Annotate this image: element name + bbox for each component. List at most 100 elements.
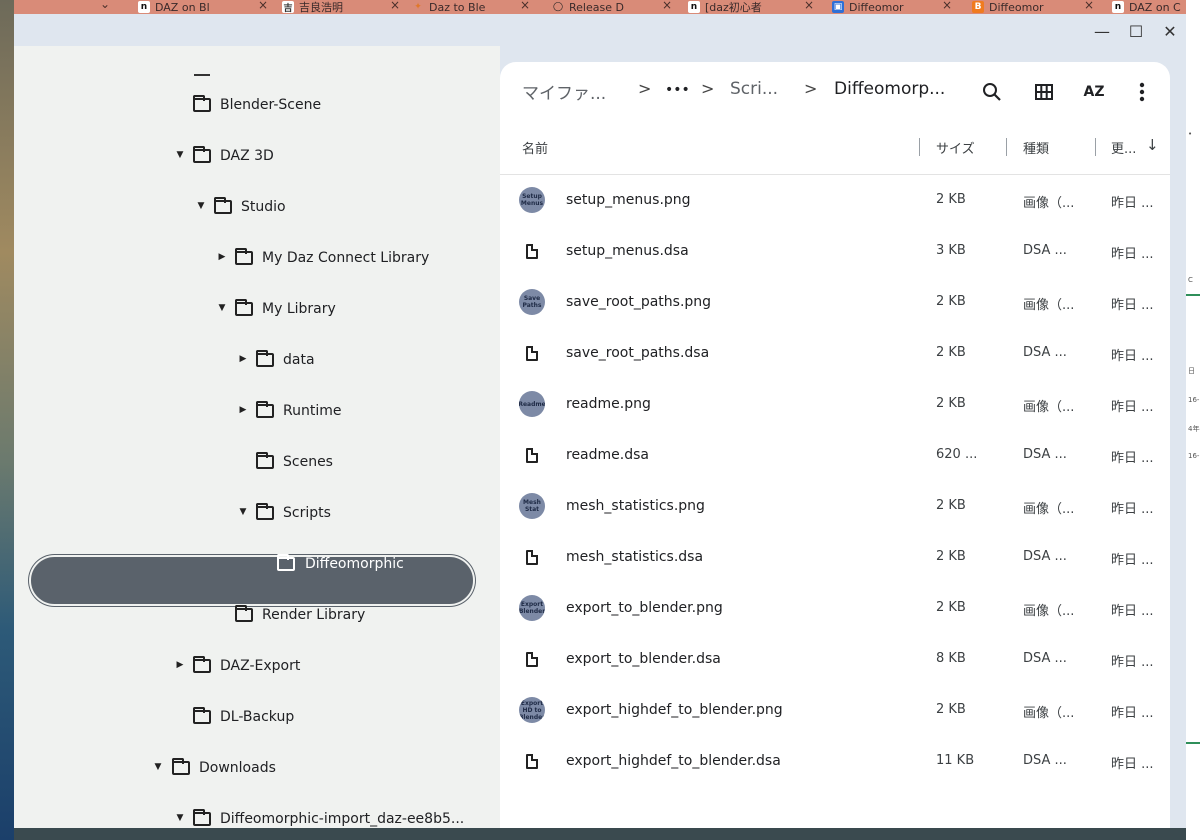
tab-close-icon[interactable]: ×	[1084, 0, 1094, 12]
file-row[interactable]: Readme readme.png 2 KB 画像（... 昨日 ...	[500, 379, 1170, 430]
tab-title: DAZ on Bl	[155, 0, 210, 14]
tab-search-chevron-icon[interactable]: ⌄	[100, 0, 110, 11]
image-thumbnail-icon: Save Paths	[519, 289, 545, 315]
expand-arrow-icon[interactable]: ▼	[175, 150, 185, 164]
sidebar-item-my-library[interactable]: ▼ My Library	[14, 285, 500, 336]
file-date: 昨日 ...	[1111, 502, 1154, 517]
sidebar-item-daz-export[interactable]: ▶ DAZ-Export	[14, 642, 500, 693]
sort-button[interactable]: AZ	[1078, 76, 1110, 108]
tab-close-icon[interactable]: ×	[942, 0, 952, 12]
search-button[interactable]	[976, 76, 1008, 108]
tab-title: Daz to Ble	[429, 0, 486, 14]
column-header-size[interactable]: サイズ	[936, 138, 975, 162]
tab-close-icon[interactable]: ×	[258, 0, 268, 12]
expand-arrow-icon[interactable]: ▶	[175, 660, 185, 674]
expand-arrow-icon[interactable]: ▼	[238, 507, 248, 521]
browser-tab[interactable]: n DAZ on Bl ×	[132, 0, 272, 14]
file-date: 昨日 ...	[1111, 196, 1154, 211]
expand-arrow-icon[interactable]: ▼	[175, 813, 185, 827]
file-type: DSA ...	[1023, 651, 1067, 666]
browser-tab[interactable]: ▣ Diffeomor ×	[826, 0, 956, 14]
sidebar-item-blender-scene[interactable]: Blender-Scene	[14, 81, 500, 132]
document-icon	[526, 652, 538, 667]
browser-tab[interactable]: n DAZ on C	[1106, 0, 1186, 14]
tab-close-icon[interactable]: ×	[390, 0, 400, 12]
sidebar-item-daz-3d[interactable]: ▼ DAZ 3D	[14, 132, 500, 183]
file-row[interactable]: export_to_blender.dsa 8 KB DSA ... 昨日 ..…	[500, 634, 1170, 685]
column-header-name[interactable]: 名前	[522, 138, 548, 162]
bg-mark: C	[1188, 276, 1193, 284]
browser-tab[interactable]: n [daz初心者 ×	[682, 0, 818, 14]
file-date: 昨日 ...	[1111, 604, 1154, 619]
column-divider[interactable]	[1006, 138, 1007, 156]
sidebar-item-scripts[interactable]: ▼ Scripts	[14, 489, 500, 540]
file-row[interactable]: setup_menus.dsa 3 KB DSA ... 昨日 ...	[500, 226, 1170, 277]
sidebar-item-dl-backup[interactable]: DL-Backup	[14, 693, 500, 744]
sidebar-item-diffeomorphic[interactable]: Diffeomorphic	[14, 540, 500, 591]
file-row[interactable]: Mesh Stat mesh_statistics.png 2 KB 画像（..…	[500, 481, 1170, 532]
folder-icon	[235, 299, 253, 316]
sidebar-item-my-daz-connect-library[interactable]: ▶ My Daz Connect Library	[14, 234, 500, 285]
file-size: 11 KB	[936, 753, 975, 768]
file-row[interactable]: mesh_statistics.dsa 2 KB DSA ... 昨日 ...	[500, 532, 1170, 583]
file-row[interactable]: Export HD to Blender export_highdef_to_b…	[500, 685, 1170, 736]
expand-arrow-icon[interactable]: ▶	[238, 354, 248, 368]
tab-close-icon[interactable]: ×	[520, 0, 530, 12]
file-row[interactable]: Save Paths save_root_paths.png 2 KB 画像（.…	[500, 277, 1170, 328]
sidebar-item-data[interactable]: ▶ data	[14, 336, 500, 387]
sidebar-item-studio[interactable]: ▼ Studio	[14, 183, 500, 234]
sidebar-item-scenes[interactable]: Scenes	[14, 438, 500, 489]
browser-tab[interactable]: 吉 吉良浩明 ×	[276, 0, 404, 14]
collapsed-indicator-icon	[194, 74, 210, 76]
sort-descending-icon[interactable]: ↓	[1146, 136, 1159, 160]
bg-mark: 16-	[1188, 396, 1200, 404]
grid-view-button[interactable]	[1028, 76, 1060, 108]
sidebar-item-diffeomorphic-import[interactable]: ▼ Diffeomorphic-import_daz-ee8b5...	[14, 795, 500, 828]
close-window-button[interactable]: ✕	[1158, 22, 1182, 41]
breadcrumb-parent[interactable]: Scri...	[730, 79, 778, 99]
expand-arrow-icon[interactable]: ▼	[196, 201, 206, 215]
breadcrumb-more-button[interactable]: •••	[665, 82, 690, 98]
more-vert-icon	[1139, 82, 1145, 102]
file-size: 2 KB	[936, 192, 966, 207]
minimize-button[interactable]: —	[1090, 22, 1114, 41]
column-header-date[interactable]: 更...	[1111, 138, 1136, 162]
tab-favicon-icon: ✦	[414, 2, 422, 12]
browser-tab[interactable]: ✦ Daz to Ble ×	[406, 0, 534, 14]
expand-arrow-icon[interactable]: ▶	[238, 405, 248, 419]
file-date: 昨日 ...	[1111, 757, 1154, 772]
browser-tab[interactable]: ◯ Release D ×	[546, 0, 676, 14]
file-row[interactable]: save_root_paths.dsa 2 KB DSA ... 昨日 ...	[500, 328, 1170, 379]
file-row[interactable]: readme.dsa 620 ... DSA ... 昨日 ...	[500, 430, 1170, 481]
tab-title: Diffeomor	[989, 0, 1044, 14]
maximize-button[interactable]: ☐	[1124, 22, 1148, 41]
file-size: 2 KB	[936, 702, 966, 717]
file-name: readme.dsa	[566, 447, 649, 463]
browser-tab[interactable]: B Diffeomor ×	[966, 0, 1098, 14]
column-divider[interactable]	[1095, 138, 1096, 156]
folder-icon	[193, 809, 211, 826]
file-name: export_to_blender.png	[566, 600, 723, 616]
tab-favicon-icon: ◯	[552, 2, 564, 12]
more-options-button[interactable]	[1126, 76, 1158, 108]
file-row[interactable]: Export Blender export_to_blender.png 2 K…	[500, 583, 1170, 634]
bg-mark: •	[1188, 130, 1193, 138]
file-date: 昨日 ...	[1111, 400, 1154, 415]
sidebar-item-label: My Daz Connect Library	[262, 250, 430, 266]
sidebar-item-downloads[interactable]: ▼ Downloads	[14, 744, 500, 795]
tab-close-icon[interactable]: ×	[662, 0, 672, 12]
file-date: 昨日 ...	[1111, 706, 1154, 721]
sidebar-item-label: Studio	[241, 199, 286, 215]
column-header-type[interactable]: 種類	[1023, 138, 1049, 162]
sidebar-item-runtime[interactable]: ▶ Runtime	[14, 387, 500, 438]
expand-arrow-icon[interactable]: ▼	[217, 303, 227, 317]
file-row[interactable]: export_highdef_to_blender.dsa 11 KB DSA …	[500, 736, 1170, 787]
breadcrumb-root[interactable]: マイファ...	[522, 79, 606, 104]
column-divider[interactable]	[919, 138, 920, 156]
tab-close-icon[interactable]: ×	[804, 0, 814, 12]
file-name: readme.png	[566, 396, 651, 412]
sidebar-item-render-library[interactable]: Render Library	[14, 591, 500, 642]
expand-arrow-icon[interactable]: ▼	[153, 762, 163, 776]
expand-arrow-icon[interactable]: ▶	[217, 252, 227, 266]
file-row[interactable]: Setup Menus setup_menus.png 2 KB 画像（... …	[500, 175, 1170, 226]
